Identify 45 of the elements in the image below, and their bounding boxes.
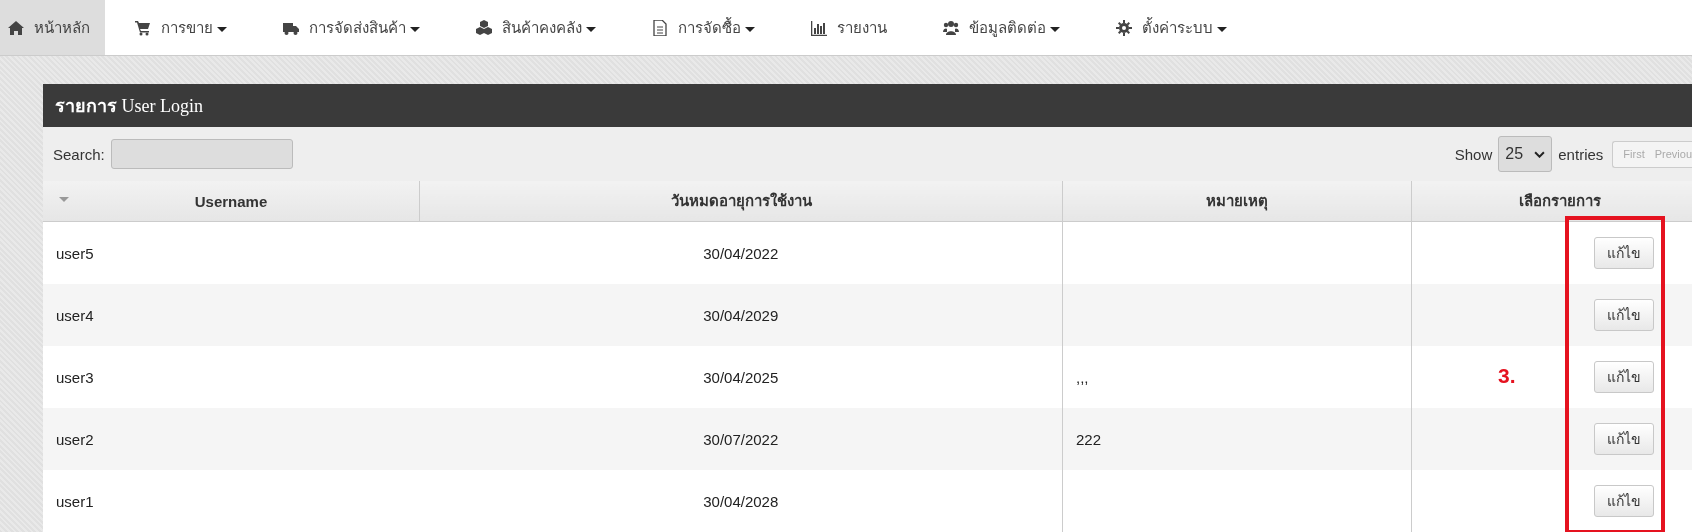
show-label: Show <box>1454 145 1493 163</box>
bar-chart-icon <box>811 19 827 36</box>
document-icon <box>652 19 668 36</box>
home-icon <box>8 19 24 36</box>
column-header[interactable]: Username <box>43 181 420 222</box>
table-cell: user1 <box>43 470 420 532</box>
nav-item[interactable]: การจัดส่งสินค้า <box>257 0 446 55</box>
table-cell: user5 <box>43 221 420 284</box>
users-icon <box>943 19 959 36</box>
chevron-down-icon <box>1534 150 1546 158</box>
table-cell: 30/04/2028 <box>419 470 1063 532</box>
search-field[interactable] <box>110 139 293 169</box>
panel-title: รายการ User Login <box>55 95 203 118</box>
table-cell: ,,, <box>1062 346 1412 408</box>
column-header[interactable]: หมายเหตุ <box>1062 181 1412 222</box>
edit-button[interactable]: แก้ไข <box>1594 237 1654 269</box>
edit-button[interactable]: แก้ไข <box>1594 299 1654 331</box>
annotation-label: 3. <box>1498 364 1516 388</box>
nav-item[interactable]: การขาย <box>109 0 253 55</box>
nav-item[interactable]: การจัดซื้อ <box>626 0 781 55</box>
table-cell: 222 <box>1062 408 1412 470</box>
table-cell: 30/04/2022 <box>419 221 1063 284</box>
page-size-select[interactable]: 25 <box>1498 136 1553 172</box>
settings-icon <box>1116 19 1132 36</box>
cart-icon <box>135 19 151 36</box>
table-cell: 30/04/2029 <box>419 284 1063 346</box>
edit-button[interactable]: แก้ไข <box>1594 485 1654 517</box>
table-cell: user3 <box>43 346 420 408</box>
nav-item[interactable]: ข้อมูลติดต่อ <box>917 0 1086 55</box>
edit-button[interactable]: แก้ไข <box>1594 423 1654 455</box>
table-cell: 30/04/2025 <box>419 346 1063 408</box>
entries-label: entries <box>1558 145 1604 163</box>
table-cell: 30/07/2022 <box>419 408 1063 470</box>
edit-button[interactable]: แก้ไข <box>1594 361 1654 393</box>
cubes-icon <box>476 19 492 36</box>
nav-item[interactable]: ตั้งค่าระบบ <box>1090 0 1253 55</box>
column-header[interactable]: วันหมดอายุการใช้งาน <box>419 181 1063 222</box>
nav-item[interactable]: สินค้าคงคลัง <box>450 0 622 55</box>
table-cell: user4 <box>43 284 420 346</box>
search-label: Search: <box>53 145 105 163</box>
column-header[interactable]: เลือกรายการ <box>1411 181 1692 222</box>
table-cell: user2 <box>43 408 420 470</box>
nav-item[interactable]: รายงาน <box>785 0 913 55</box>
nav-item[interactable]: หน้าหลัก <box>0 0 105 55</box>
sort-icon <box>59 197 69 202</box>
